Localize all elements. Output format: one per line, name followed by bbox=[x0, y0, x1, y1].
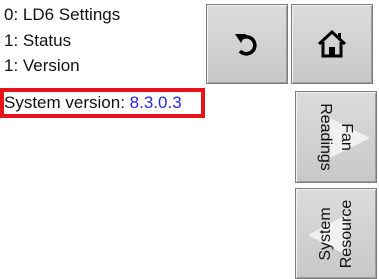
fan-readings-label-line1: Fan bbox=[338, 123, 355, 151]
back-button[interactable] bbox=[206, 4, 288, 84]
system-resource-label: System Resource bbox=[315, 199, 357, 267]
home-icon bbox=[317, 30, 347, 58]
breadcrumb-item-version: 1: Version bbox=[4, 56, 80, 75]
undo-arrow-icon bbox=[235, 34, 257, 56]
fan-readings-label-line2: Readings bbox=[317, 103, 334, 171]
system-version-label: System version: bbox=[4, 93, 125, 112]
home-button[interactable] bbox=[291, 4, 373, 84]
fan-readings-label: Fan Readings bbox=[315, 103, 357, 171]
system-resource-label-line1: System bbox=[317, 206, 334, 261]
system-version-value: 8.3.0.3 bbox=[129, 93, 182, 112]
breadcrumb-item-status: 1: Status bbox=[4, 30, 72, 50]
fan-readings-button[interactable]: Fan Readings bbox=[295, 91, 377, 183]
system-version-line: System version: 8.3.0.3 bbox=[4, 91, 182, 115]
system-resource-button[interactable]: System Resource bbox=[295, 188, 377, 279]
breadcrumb-item-ld6-settings: 0: LD6 Settings bbox=[4, 5, 121, 24]
system-resource-label-line2: Resource bbox=[338, 199, 355, 268]
breadcrumb: 0: LD6 Settings 1: Status 1: Version bbox=[4, 2, 120, 79]
ld6-version-screen: 0: LD6 Settings 1: Status 1: Version Sys… bbox=[0, 0, 379, 279]
